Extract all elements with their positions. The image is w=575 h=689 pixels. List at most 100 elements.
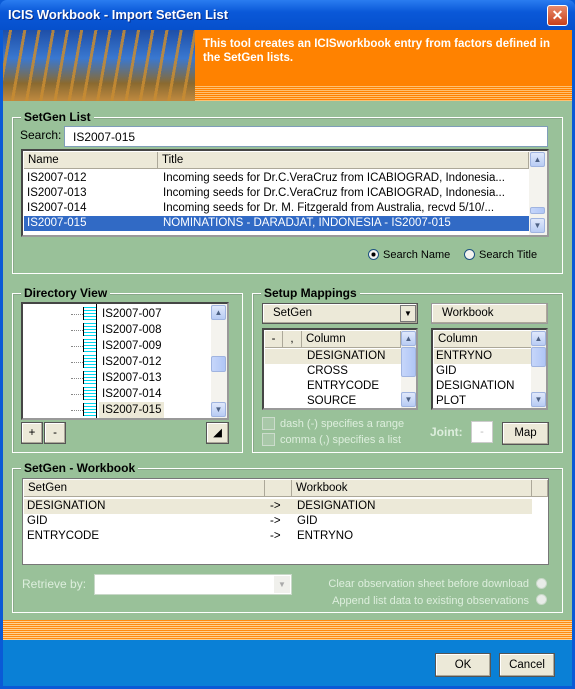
scroll-down-icon[interactable]: ▼ (530, 218, 545, 233)
scroll-down-icon[interactable]: ▼ (211, 402, 226, 417)
column-header-workbook[interactable]: Workbook (292, 480, 532, 497)
append-data-label: Append list data to existing observation… (332, 595, 529, 607)
comma-list-checkbox[interactable] (262, 433, 275, 446)
list-item[interactable]: IS2007-014 Incoming seeds for Dr. M. Fit… (24, 201, 529, 216)
column-header-title[interactable]: Title (158, 152, 529, 169)
dash-column-header[interactable]: - (265, 331, 283, 348)
search-name-radio[interactable] (368, 249, 379, 260)
collapse-button[interactable]: - (44, 422, 66, 444)
tree-item[interactable]: IS2007-007 (99, 306, 164, 322)
ok-button[interactable]: OK (435, 653, 491, 677)
list-item-name: IS2007-012 (27, 172, 87, 184)
window-title: ICIS Workbook - Import SetGen List (8, 7, 229, 22)
list-item[interactable]: ENTRYNO (434, 349, 531, 364)
list-icon (83, 307, 97, 320)
search-input[interactable] (64, 126, 548, 147)
comma-column-header[interactable]: , (283, 331, 302, 348)
list-item-title: Incoming seeds for Dr. M. Fitzgerald fro… (163, 202, 495, 214)
tree-item[interactable]: IS2007-009 (99, 338, 164, 354)
search-label: Search: (20, 128, 62, 142)
column-header-name[interactable]: Name (24, 152, 158, 169)
setgen-dropdown[interactable]: SetGen ▼ (262, 303, 418, 324)
joint-input[interactable]: - (471, 421, 493, 443)
comma-list-label: comma (,) specifies a list (280, 434, 402, 446)
list-item[interactable]: IS2007-012 Incoming seeds for Dr.C.VeraC… (24, 171, 529, 186)
list-item[interactable]: IS2007-013 Incoming seeds for Dr.C.VeraC… (24, 186, 529, 201)
tree-connector (71, 394, 83, 410)
list-item[interactable]: ENTRYCODE (265, 379, 401, 394)
tree-line (96, 304, 97, 418)
list-item[interactable]: CROSS (265, 364, 401, 379)
column-header-setgen[interactable]: SetGen (24, 480, 265, 497)
clear-observation-radio[interactable] (536, 578, 547, 589)
list-item-title: Incoming seeds for Dr.C.VeraCruz from IC… (163, 187, 505, 199)
list-item-name: IS2007-015 (27, 217, 87, 229)
column-header[interactable]: Column (434, 331, 532, 348)
append-data-radio[interactable] (536, 594, 547, 605)
joint-label: Joint: (430, 425, 463, 439)
tree-item[interactable]: IS2007-012 (99, 354, 164, 370)
setgen-cell: ENTRYCODE (27, 530, 99, 542)
banner-stripes (195, 85, 572, 101)
directory-tree: IS2007-007 IS2007-008 IS2007-009 IS2007-… (21, 302, 229, 420)
scroll-up-icon[interactable]: ▲ (401, 331, 416, 346)
list-item[interactable]: GID (434, 364, 531, 379)
dash-range-checkbox[interactable] (262, 417, 275, 430)
workbook-cell: DESIGNATION (297, 500, 376, 512)
column-header-arrow[interactable] (265, 480, 292, 497)
chevron-down-icon[interactable]: ▼ (274, 576, 290, 593)
workbook-cell: ENTRYNO (297, 530, 354, 542)
list-icon (83, 323, 97, 336)
list-item[interactable]: IS2007-015 NOMINATIONS - DARADJAT, INDON… (24, 216, 529, 231)
resize-triangle-icon[interactable]: ◢ (206, 422, 229, 444)
search-title-radio[interactable] (464, 249, 475, 260)
table-row[interactable]: ENTRYCODE -> ENTRYNO (24, 529, 532, 544)
wheat-banner-image (3, 30, 195, 101)
tree-item[interactable]: IS2007-015 (99, 402, 165, 418)
list-item[interactable]: PLOT (434, 394, 531, 409)
table-row[interactable]: GID -> GID (24, 514, 532, 529)
scrollbar[interactable]: ▲ ▼ (211, 304, 227, 418)
tree-item[interactable]: IS2007-014 (99, 386, 164, 402)
retrieve-by-label: Retrieve by: (22, 577, 87, 591)
scroll-down-icon[interactable]: ▼ (401, 392, 416, 407)
list-icon (83, 339, 97, 352)
scroll-thumb[interactable] (530, 207, 545, 214)
list-item-title: Incoming seeds for Dr.C.VeraCruz from IC… (163, 172, 505, 184)
scroll-up-icon[interactable]: ▲ (531, 331, 546, 346)
group-legend: Setup Mappings (261, 286, 360, 300)
column-header[interactable]: Column (302, 331, 401, 348)
scrollbar[interactable]: ▲ ▼ (529, 151, 547, 235)
dash-range-label: dash (-) specifies a range (280, 418, 405, 430)
cancel-button[interactable]: Cancel (499, 653, 555, 677)
clear-observation-label: Clear observation sheet before download (328, 578, 529, 590)
table-row[interactable]: DESIGNATION -> DESIGNATION (24, 499, 532, 514)
retrieve-by-dropdown[interactable]: ▼ (94, 574, 292, 595)
tree-connector (71, 346, 83, 362)
setgen-cell: GID (27, 515, 48, 527)
scrollbar[interactable]: ▲ ▼ (531, 330, 546, 408)
scrollbar[interactable]: ▲ ▼ (401, 330, 416, 408)
scroll-thumb[interactable] (531, 347, 546, 367)
tree-connector (71, 314, 83, 330)
chevron-down-icon[interactable]: ▼ (400, 305, 416, 322)
list-item[interactable]: SOURCE (265, 394, 401, 409)
tree-item[interactable]: IS2007-008 (99, 322, 164, 338)
tree-item[interactable]: IS2007-013 (99, 370, 164, 386)
list-item[interactable]: DESIGNATION (434, 379, 531, 394)
scroll-up-icon[interactable]: ▲ (211, 305, 226, 320)
list-item[interactable]: DESIGNATION (265, 349, 401, 364)
setgen-list-table: Name Title IS2007-012 Incoming seeds for… (21, 149, 549, 237)
arrow-cell: -> (270, 530, 281, 542)
scroll-thumb[interactable] (211, 356, 226, 372)
setgen-dropdown-value: SetGen (273, 307, 312, 319)
map-button[interactable]: Map (502, 422, 549, 445)
scroll-thumb[interactable] (401, 347, 416, 377)
scroll-down-icon[interactable]: ▼ (531, 392, 546, 407)
close-icon[interactable]: ✕ (547, 5, 568, 26)
list-item-title: NOMINATIONS - DARADJAT, INDONESIA - IS20… (163, 217, 451, 229)
scroll-up-icon[interactable]: ▲ (530, 152, 545, 167)
expand-button[interactable]: + (21, 422, 43, 444)
tree-connector (71, 362, 83, 378)
workbook-columns-list: Column ENTRYNO GID DESIGNATION PLOT ▲ ▼ (431, 328, 548, 410)
